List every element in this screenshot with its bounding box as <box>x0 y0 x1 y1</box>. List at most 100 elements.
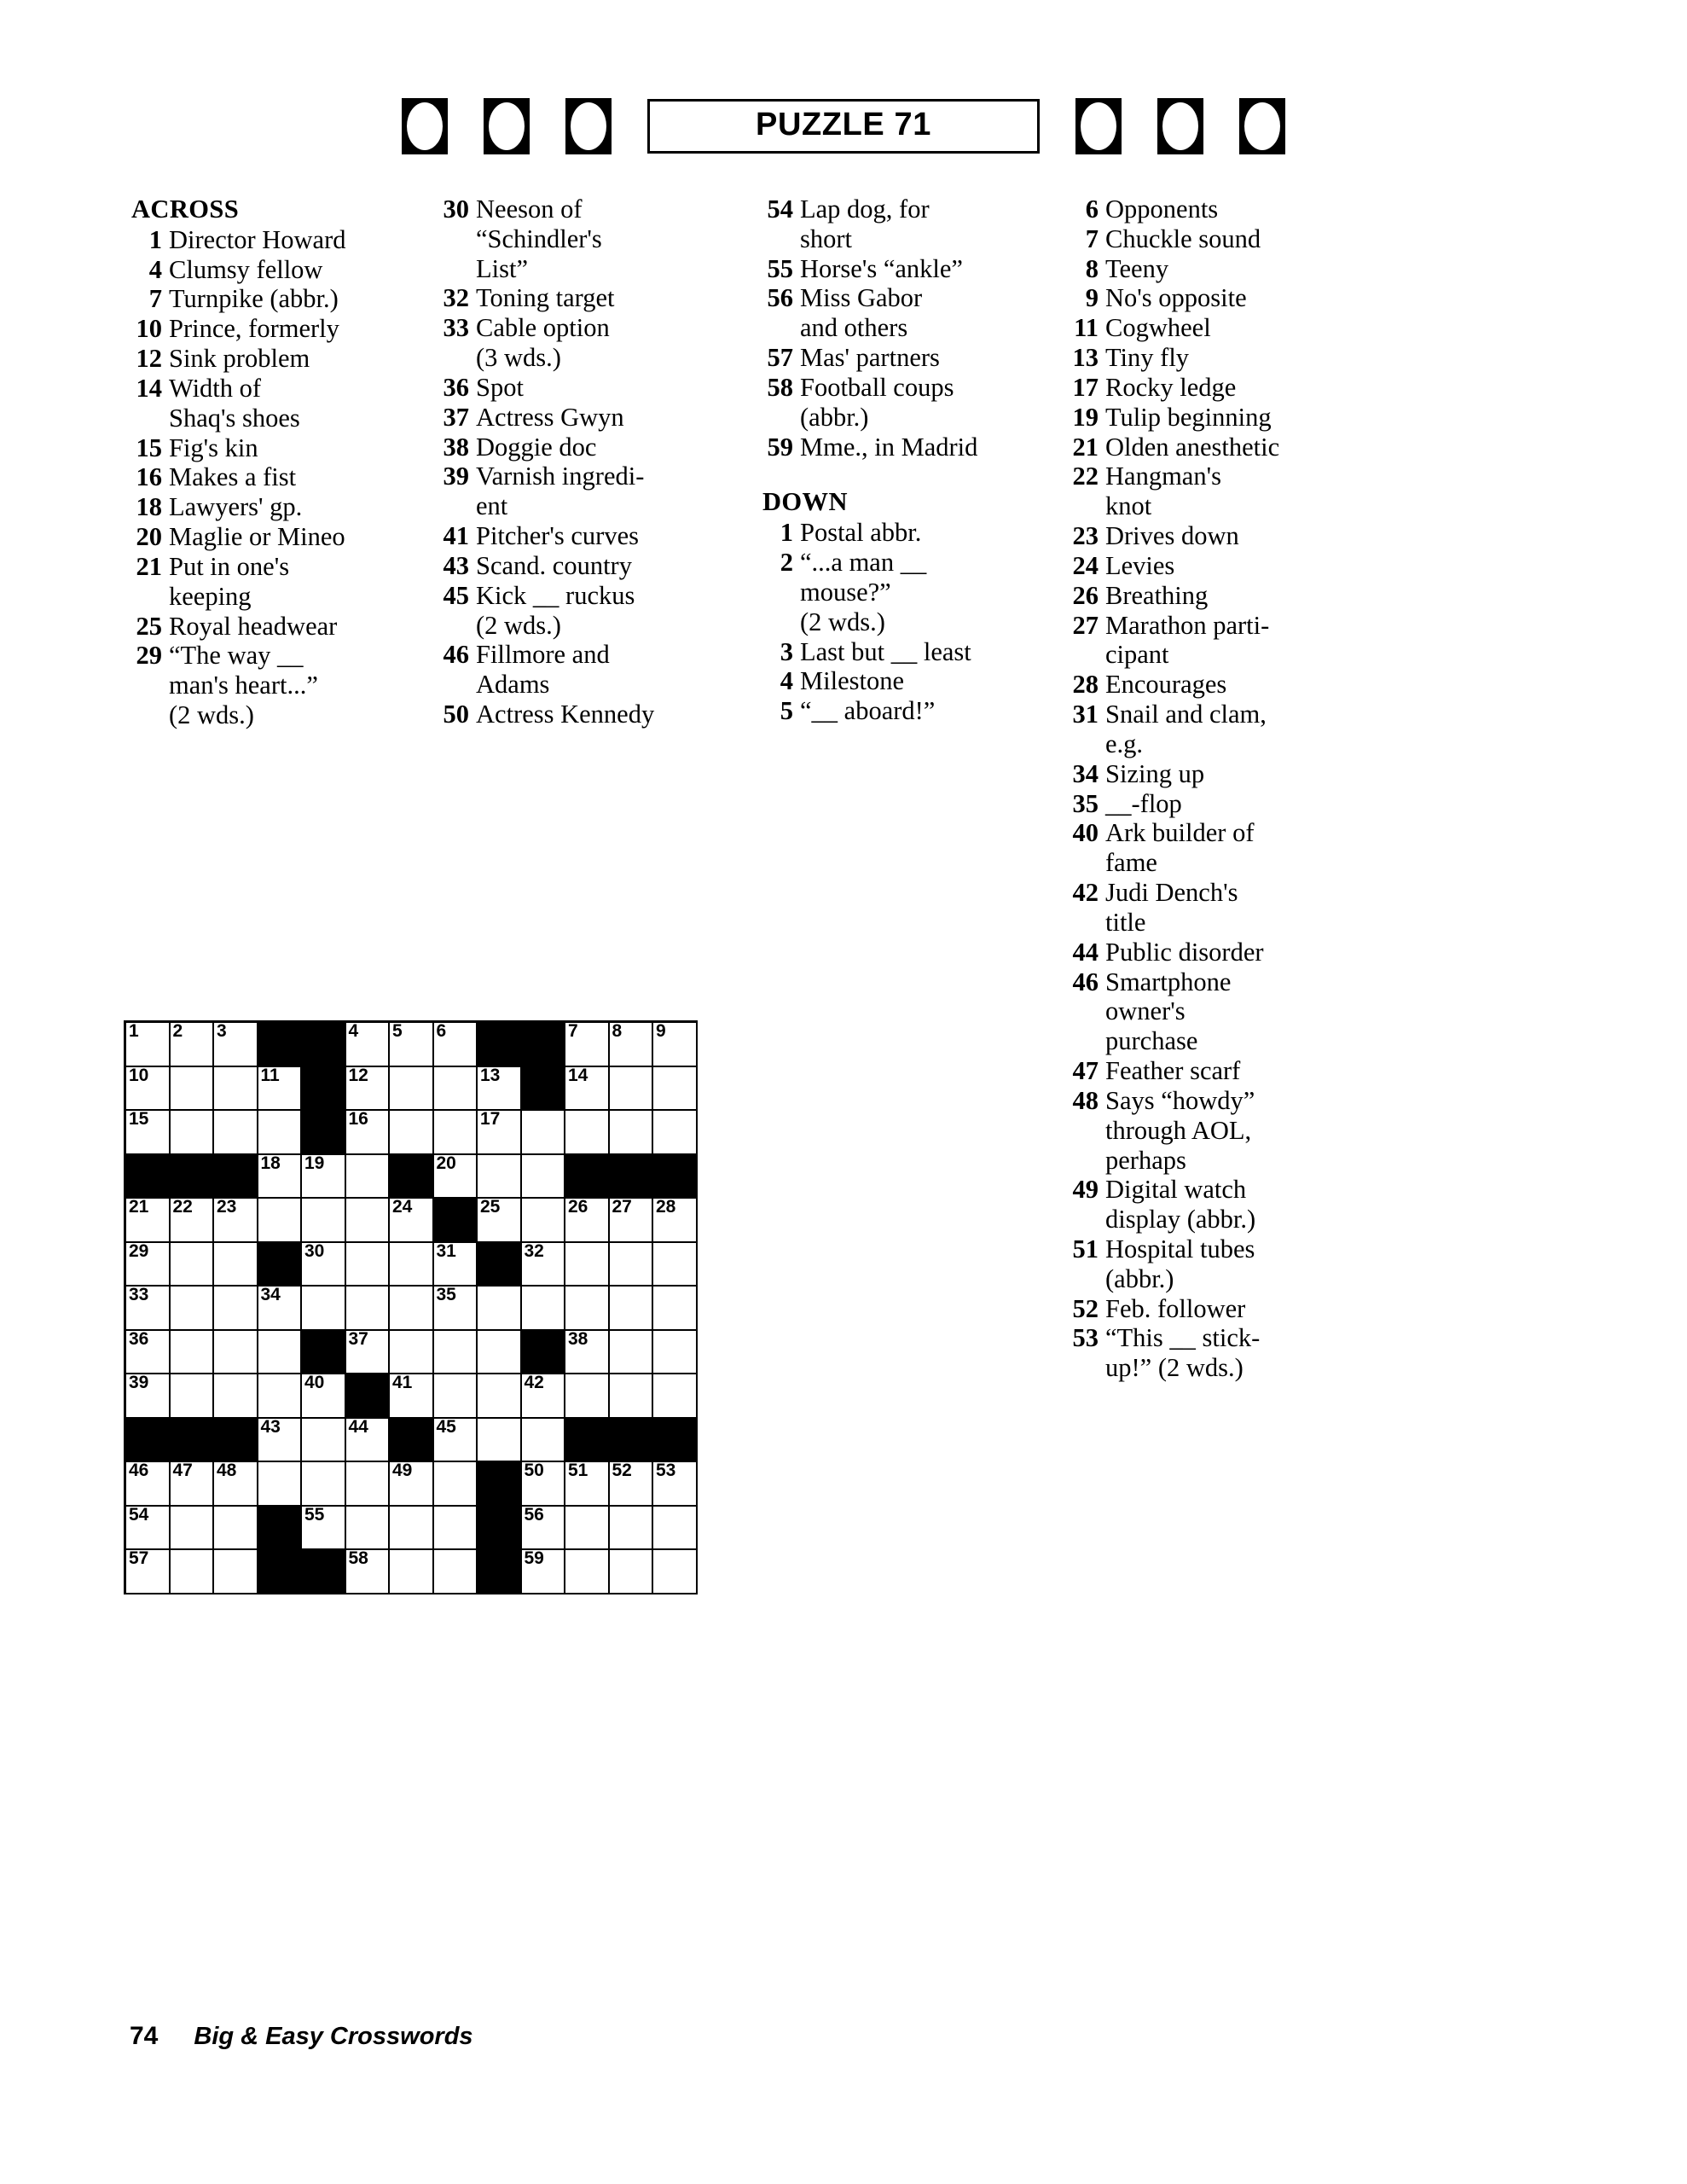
grid-cell[interactable] <box>170 1550 214 1594</box>
grid-cell[interactable]: 26 <box>565 1197 610 1243</box>
grid-cell[interactable]: 30 <box>302 1241 346 1287</box>
grid-cell[interactable]: 53 <box>653 1461 698 1507</box>
grid-cell[interactable]: 24 <box>390 1197 434 1243</box>
grid-cell[interactable]: 35 <box>433 1285 478 1331</box>
grid-cell[interactable] <box>345 1462 390 1507</box>
grid-cell[interactable] <box>609 1066 653 1111</box>
grid-cell[interactable]: 23 <box>214 1197 258 1243</box>
grid-cell[interactable] <box>478 1287 522 1331</box>
grid-cell[interactable] <box>170 1066 214 1111</box>
grid-cell[interactable]: 32 <box>521 1241 565 1287</box>
grid-cell[interactable] <box>565 1111 610 1155</box>
grid-cell[interactable]: 29 <box>126 1241 171 1287</box>
grid-cell[interactable] <box>521 1111 565 1155</box>
grid-cell[interactable]: 43 <box>258 1417 302 1462</box>
grid-cell[interactable]: 19 <box>302 1153 346 1199</box>
grid-cell[interactable] <box>609 1111 653 1155</box>
grid-cell[interactable] <box>609 1330 653 1374</box>
grid-cell[interactable] <box>433 1374 478 1419</box>
grid-cell[interactable] <box>565 1506 610 1550</box>
grid-cell[interactable] <box>565 1242 610 1287</box>
grid-cell[interactable] <box>609 1287 653 1331</box>
grid-cell[interactable]: 57 <box>126 1548 171 1594</box>
grid-cell[interactable]: 33 <box>126 1285 171 1331</box>
grid-cell[interactable]: 22 <box>170 1197 214 1243</box>
grid-cell[interactable] <box>214 1374 258 1419</box>
grid-cell[interactable] <box>653 1550 698 1594</box>
grid-cell[interactable] <box>521 1418 565 1462</box>
grid-cell[interactable] <box>653 1330 698 1374</box>
grid-cell[interactable]: 45 <box>433 1417 478 1462</box>
grid-cell[interactable] <box>302 1418 346 1462</box>
grid-cell[interactable]: 28 <box>653 1197 698 1243</box>
grid-cell[interactable] <box>214 1287 258 1331</box>
grid-cell[interactable]: 17 <box>478 1109 522 1155</box>
grid-cell[interactable] <box>478 1418 522 1462</box>
grid-cell[interactable] <box>653 1111 698 1155</box>
grid-cell[interactable]: 2 <box>170 1021 214 1067</box>
grid-cell[interactable]: 11 <box>258 1066 302 1111</box>
grid-cell[interactable] <box>521 1199 565 1243</box>
grid-cell[interactable]: 36 <box>126 1329 171 1374</box>
grid-cell[interactable] <box>258 1374 302 1419</box>
grid-cell[interactable]: 14 <box>565 1066 610 1111</box>
grid-cell[interactable]: 13 <box>478 1066 522 1111</box>
grid-cell[interactable] <box>433 1550 478 1594</box>
grid-cell[interactable]: 58 <box>345 1548 390 1594</box>
grid-cell[interactable] <box>345 1287 390 1331</box>
grid-cell[interactable]: 49 <box>390 1461 434 1507</box>
grid-cell[interactable] <box>390 1506 434 1550</box>
grid-cell[interactable]: 5 <box>390 1021 434 1067</box>
grid-cell[interactable] <box>345 1506 390 1550</box>
grid-cell[interactable]: 46 <box>126 1461 171 1507</box>
grid-cell[interactable]: 52 <box>609 1461 653 1507</box>
grid-cell[interactable]: 54 <box>126 1505 171 1550</box>
grid-cell[interactable] <box>345 1199 390 1243</box>
grid-cell[interactable] <box>521 1287 565 1331</box>
grid-cell[interactable] <box>609 1550 653 1594</box>
grid-cell[interactable]: 44 <box>345 1417 390 1462</box>
grid-cell[interactable]: 55 <box>302 1505 346 1550</box>
grid-cell[interactable]: 15 <box>126 1109 171 1155</box>
grid-cell[interactable] <box>170 1111 214 1155</box>
grid-cell[interactable] <box>214 1550 258 1594</box>
grid-cell[interactable]: 31 <box>433 1241 478 1287</box>
grid-cell[interactable]: 12 <box>345 1066 390 1111</box>
grid-cell[interactable] <box>390 1550 434 1594</box>
grid-cell[interactable]: 16 <box>345 1109 390 1155</box>
grid-cell[interactable] <box>565 1287 610 1331</box>
grid-cell[interactable] <box>390 1111 434 1155</box>
grid-cell[interactable] <box>478 1154 522 1199</box>
grid-cell[interactable] <box>521 1154 565 1199</box>
grid-cell[interactable]: 47 <box>170 1461 214 1507</box>
grid-cell[interactable] <box>302 1199 346 1243</box>
grid-cell[interactable] <box>433 1066 478 1111</box>
grid-cell[interactable] <box>390 1287 434 1331</box>
grid-cell[interactable] <box>345 1154 390 1199</box>
grid-cell[interactable] <box>390 1330 434 1374</box>
grid-cell[interactable] <box>345 1242 390 1287</box>
grid-cell[interactable] <box>653 1242 698 1287</box>
grid-cell[interactable]: 51 <box>565 1461 610 1507</box>
grid-cell[interactable] <box>214 1066 258 1111</box>
grid-cell[interactable] <box>258 1111 302 1155</box>
grid-cell[interactable] <box>170 1330 214 1374</box>
grid-cell[interactable] <box>258 1199 302 1243</box>
grid-cell[interactable] <box>433 1111 478 1155</box>
grid-cell[interactable] <box>653 1374 698 1419</box>
grid-cell[interactable]: 48 <box>214 1461 258 1507</box>
grid-cell[interactable]: 3 <box>214 1021 258 1067</box>
grid-cell[interactable] <box>433 1506 478 1550</box>
grid-cell[interactable]: 10 <box>126 1066 171 1111</box>
grid-cell[interactable]: 40 <box>302 1373 346 1419</box>
grid-cell[interactable] <box>170 1374 214 1419</box>
grid-cell[interactable]: 42 <box>521 1373 565 1419</box>
grid-cell[interactable]: 18 <box>258 1153 302 1199</box>
grid-cell[interactable] <box>653 1066 698 1111</box>
grid-cell[interactable] <box>653 1287 698 1331</box>
grid-cell[interactable]: 50 <box>521 1461 565 1507</box>
grid-cell[interactable]: 34 <box>258 1285 302 1331</box>
grid-cell[interactable] <box>302 1462 346 1507</box>
grid-cell[interactable] <box>170 1287 214 1331</box>
grid-cell[interactable] <box>478 1330 522 1374</box>
